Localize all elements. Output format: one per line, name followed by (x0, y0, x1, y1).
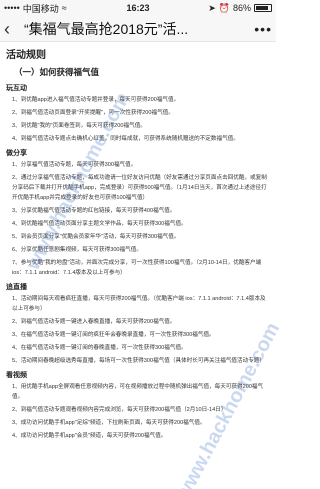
list-item: 2、到福气值活动页面登录"开奖提醒"，可一次性获得200福气值。 (12, 110, 174, 116)
list-item: 3、在福气值活动专题一键订阅的疯狂年会春晚录直播，可一次性获得300福气值。 (12, 332, 215, 338)
list-item: 1、用优酷手机app全屏观看任意视频内容，可在视频播放过程中随机弹出福气值，每天… (12, 384, 264, 400)
article-content: 活动规则 （一）如何获得福气值 玩互动 1、到优酷app进入福气值活动专题并登录… (0, 42, 276, 441)
list-item: 3、成功访问优酷手机app"足综"频道，下拉刷新页面，每天可获得200福气值。 (12, 420, 206, 426)
list-item: 2、通过分享福气值活动专题，每成功邀请一位好友访问优酷（好友需通过分享页面点击回… (12, 175, 267, 201)
list-item: 1、分享福气值活动专题，每天可获得300福气值。 (12, 162, 137, 168)
more-icon[interactable]: ••• (248, 21, 272, 37)
list-item: 7、参与优酷"我的地盘"活动，并面次完成分享，可一次性获得100福气值。（2月1… (12, 260, 262, 276)
alarm-icon: ⏰ (218, 2, 230, 13)
list-item: 5、到会员页面分享"优酷会员家年华"活动，每天可获得300福气值。 (12, 234, 180, 240)
list-item: 5、活动期间春晚超级选秀每直播，每场可一次性获得300福气值（具体时长可再关注福… (12, 358, 265, 364)
nav-bar: ‹ “集福气最高抢2018元”活... ••• (0, 16, 276, 42)
list-item: 6、分享优酷任意剧集视频，每天可获得300福气值。 (12, 247, 142, 253)
location-icon: ➤ (208, 2, 216, 13)
list-item: 1、到优酷app进入福气值活动专题并登录，每天可获得200福气值。 (12, 97, 180, 103)
list-item: 3、到优酷"我的"页面卷签到，每天可获得200福气值。 (12, 123, 146, 129)
list-item: 1、活动期间每天观看疯狂直播，每天可获得200福气值。（优酷客户端 ios：7.… (12, 296, 266, 312)
rules-subheading: （一）如何获得福气值 (14, 67, 100, 77)
chevron-left-icon[interactable]: ‹ (4, 20, 24, 38)
section-title-live: 追直播 (6, 284, 27, 291)
battery-icon (253, 4, 272, 12)
list-item: 3、分享优酷福气值活动专题的红包链接，每天可获得400福气值。 (12, 208, 176, 214)
status-time: 16:23 (126, 3, 150, 13)
status-right: ➤ ⏰ 86% (183, 3, 272, 14)
list-item: 4、成功访问优酷手机app"会员"频道，每天可获得200福气值。 (12, 433, 167, 439)
rules-heading: 活动规则 (6, 50, 46, 61)
wifi-icon: ≈ (61, 3, 67, 13)
status-left: ••••• 中国移动 ≈ (4, 2, 93, 15)
carrier-label: 中国移动 (22, 3, 59, 14)
battery-label: 86% (232, 3, 251, 13)
list-item: 4、在福气值活动专题一键订阅的春晚直播，可一次性获得300福气值。 (12, 345, 187, 351)
status-bar: ••••• 中国移动 ≈ 16:23 ➤ ⏰ 86% (0, 0, 276, 16)
section-title-share: 做分享 (6, 150, 27, 157)
list-item: 4、到福气值活动专题点击确机心红盖，同时每成就，可获得系统随机赠送的不定数福气值… (12, 136, 239, 142)
section-title-video: 看视频 (6, 372, 27, 379)
section-title-interact: 玩互动 (6, 85, 27, 92)
list-item: 2、到福气值活动专题一键进入春晚直播，每天可获得200福气值。 (12, 319, 176, 325)
list-item: 4、到优酷福气值活动页面分享主题文学作品，每天可获得300福气值。 (12, 221, 187, 227)
signal-icon: ••••• (4, 3, 20, 13)
page-title: “集福气最高抢2018元”活... (24, 20, 189, 37)
list-item: 2、到福气值活动专题观看视频内容完成浏览，每天可获得200福气值（2月10日-1… (12, 407, 227, 413)
